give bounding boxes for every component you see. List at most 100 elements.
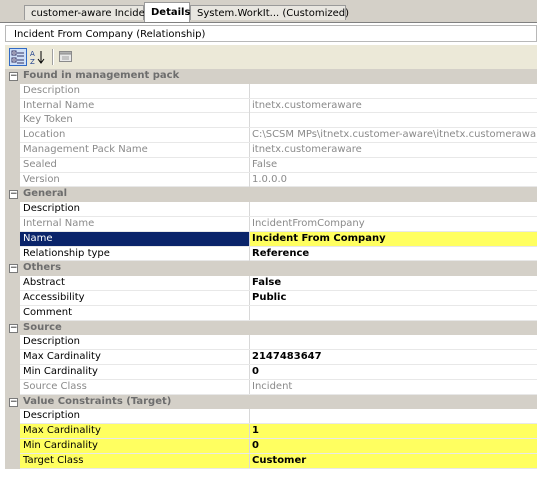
property-row[interactable]: Description — [5, 202, 537, 218]
collapse-icon[interactable]: − — [9, 397, 18, 407]
category-label: General — [23, 188, 67, 200]
tab-system-workitem-customized[interactable]: System.WorkIt... (Customized) — [190, 5, 349, 20]
property-name: Target Class — [20, 453, 249, 468]
svg-text:A: A — [30, 50, 35, 58]
category-row[interactable]: − Value Constraints (Target) — [5, 394, 537, 410]
property-row[interactable]: Min Cardinality 0 — [5, 438, 537, 454]
property-row[interactable]: Description — [5, 409, 537, 425]
property-value[interactable] — [249, 335, 537, 350]
row-margin — [5, 424, 20, 440]
property-row[interactable]: Key Token — [5, 113, 537, 129]
property-name: Management Pack Name — [23, 143, 148, 155]
property-value[interactable]: 0 — [249, 438, 537, 453]
row-margin — [5, 157, 20, 173]
property-value[interactable] — [249, 409, 537, 424]
category-label: Found in management pack — [23, 70, 180, 81]
row-margin — [5, 128, 20, 144]
property-value[interactable] — [249, 202, 537, 217]
alphabetical-sort-icon: A Z — [30, 50, 45, 65]
category-row[interactable]: − Others — [5, 261, 537, 277]
property-value[interactable] — [249, 305, 537, 320]
row-margin — [5, 438, 20, 454]
property-name: Abstract — [23, 277, 65, 289]
property-name: Comment — [23, 306, 72, 318]
category-row[interactable]: − Found in management pack — [5, 69, 537, 84]
property-value[interactable]: 0 — [249, 364, 537, 379]
property-row[interactable]: Comment — [5, 305, 537, 321]
property-row[interactable]: Relationship type Reference — [5, 246, 537, 262]
row-margin — [5, 290, 20, 306]
property-value[interactable]: False — [249, 276, 537, 291]
property-row[interactable]: Description — [5, 83, 537, 99]
property-name: Source Class — [23, 380, 87, 392]
property-value[interactable]: 2147483647 — [249, 350, 537, 365]
property-name: Description — [23, 84, 80, 96]
category-row[interactable]: − General — [5, 187, 537, 203]
row-margin — [5, 409, 20, 425]
row-margin — [5, 202, 20, 218]
property-row[interactable]: Target Class Customer — [5, 453, 537, 469]
property-value — [249, 113, 537, 128]
property-row[interactable]: Source Class Incident — [5, 379, 537, 395]
property-pages-button[interactable] — [57, 48, 75, 66]
property-row[interactable]: Location C:\SCSM MPs\itnetx.customer-awar… — [5, 128, 537, 144]
property-value[interactable]: Customer — [249, 453, 537, 468]
property-name: Version — [23, 173, 60, 185]
property-row[interactable]: Description — [5, 335, 537, 351]
property-name: Accessibility — [23, 291, 85, 303]
property-name: Description — [23, 203, 80, 215]
row-margin — [5, 379, 20, 395]
category-label: Value Constraints (Target) — [23, 395, 172, 407]
property-row[interactable]: Max Cardinality 1 — [5, 424, 537, 440]
category-label: Others — [23, 262, 62, 274]
collapse-icon[interactable]: − — [9, 323, 18, 333]
alphabetical-sort-button[interactable]: A Z — [29, 48, 47, 66]
property-value — [249, 83, 537, 98]
property-name: Location — [23, 129, 66, 141]
row-margin — [5, 364, 20, 380]
property-row[interactable]: Internal Name itnetx.customeraware — [5, 98, 537, 114]
document-tab-strip: customer-aware Incident Details System.W… — [0, 0, 537, 23]
property-value[interactable]: 1 — [249, 424, 537, 439]
row-margin — [5, 113, 20, 129]
row-margin — [5, 350, 20, 366]
property-grid-toolbar: A Z — [5, 45, 537, 70]
property-value: Incident — [249, 379, 537, 394]
property-row[interactable]: Version 1.0.0.0 — [5, 172, 537, 188]
row-margin — [5, 246, 20, 262]
property-row[interactable]: Name Incident From Company — [5, 231, 537, 247]
tab-customer-aware-incident[interactable]: customer-aware Incident — [24, 5, 155, 20]
property-value: False — [249, 157, 537, 172]
tab-details[interactable]: Details — [144, 2, 190, 22]
collapse-icon[interactable]: − — [9, 72, 18, 81]
property-name: Relationship type — [23, 247, 110, 259]
property-value[interactable]: Reference — [249, 246, 537, 261]
property-name: Internal Name — [23, 99, 95, 111]
property-row[interactable]: Accessibility Public — [5, 290, 537, 306]
property-value: itnetx.customeraware — [249, 98, 537, 113]
property-value[interactable]: Public — [249, 290, 537, 305]
property-row[interactable]: Internal Name IncidentFromCompany — [5, 216, 537, 232]
row-margin — [5, 98, 20, 114]
property-name: Sealed — [23, 158, 57, 170]
property-row[interactable]: Sealed False — [5, 157, 537, 173]
property-row[interactable]: Max Cardinality 2147483647 — [5, 350, 537, 366]
categorized-view-icon — [11, 50, 24, 64]
row-margin — [5, 83, 20, 99]
property-name: Name — [20, 231, 249, 246]
category-row[interactable]: − Source — [5, 320, 537, 336]
collapse-icon[interactable]: − — [9, 264, 18, 274]
categorized-view-button[interactable] — [9, 48, 27, 66]
property-row[interactable]: Abstract False — [5, 276, 537, 292]
collapse-icon[interactable]: − — [9, 190, 18, 200]
property-value: IncidentFromCompany — [249, 216, 537, 231]
property-row[interactable]: Min Cardinality 0 — [5, 364, 537, 380]
property-pages-icon — [59, 51, 72, 62]
property-name: Min Cardinality — [23, 365, 98, 377]
selected-object-title: Incident From Company (Relationship) — [5, 25, 537, 42]
property-value[interactable]: Incident From Company — [249, 231, 537, 246]
property-grid: − Found in management pack Description Inte… — [5, 69, 537, 469]
property-row[interactable]: Management Pack Name itnetx.customeraware — [5, 142, 537, 158]
row-margin — [5, 172, 20, 188]
property-value: C:\SCSM MPs\itnetx.customer-aware\itnetx… — [249, 128, 537, 143]
